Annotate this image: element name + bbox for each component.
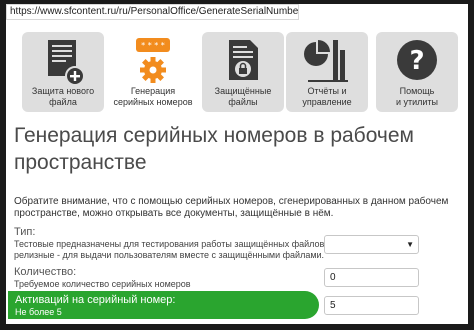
nav-tile-protect-file[interactable]: Защита нового файла bbox=[22, 32, 104, 112]
browser-frame: https://www.sfcontent.ru/ru/PersonalOffi… bbox=[6, 4, 468, 324]
activations-label: Активаций на серийный номер: bbox=[15, 294, 176, 306]
notice-text: Обратите внимание, что с помощью серийны… bbox=[14, 196, 454, 220]
notice-line: Обратите внимание, что с помощью серийны… bbox=[14, 196, 449, 207]
type-hint: Тестовые предназначены для тестирования … bbox=[14, 239, 327, 261]
notice-line: пространстве, можно открывать все докуме… bbox=[14, 208, 334, 219]
chevron-down-icon: ▼ bbox=[406, 240, 414, 249]
serial-badge-text: * * * * bbox=[141, 41, 165, 50]
quantity-input[interactable]: 0 bbox=[324, 268, 419, 287]
quantity-hint: Требуемое количество серийных номеров bbox=[14, 279, 191, 289]
nav-tile-label: серийных номеров bbox=[113, 97, 193, 107]
type-label: Тип: bbox=[14, 226, 36, 238]
document-lock-icon bbox=[229, 40, 258, 80]
chart-icon bbox=[304, 40, 348, 82]
page-title: Генерация серийных номеров в рабочем про… bbox=[14, 124, 414, 174]
nav-tile-label: Защита нового bbox=[31, 86, 95, 96]
nav-tile-label: управление bbox=[302, 97, 352, 107]
nav-tile-label: и утилиты bbox=[395, 97, 439, 107]
nav-tile-protected-files[interactable]: Защищённые файлы bbox=[202, 32, 284, 112]
nav-tile-label: Отчёты и bbox=[307, 86, 347, 96]
gear-serial-icon: * * * * bbox=[136, 38, 170, 83]
nav-tile-label: Помощь bbox=[399, 86, 435, 96]
nav-tile-label: файлы bbox=[228, 97, 258, 107]
type-hint-line: Тестовые предназначены для тестирования … bbox=[14, 239, 327, 249]
nav-tile-reports[interactable]: Отчёты и управление bbox=[286, 32, 368, 112]
question-icon: ? bbox=[397, 40, 437, 80]
quantity-label: Количество: bbox=[14, 266, 77, 278]
nav-tile-generate-serials[interactable]: * * * * Генерация серийных номеров bbox=[112, 32, 194, 112]
document-add-icon bbox=[48, 40, 85, 86]
activations-input[interactable]: 5 bbox=[324, 296, 419, 315]
type-select[interactable]: ▼ bbox=[324, 235, 419, 254]
address-bar[interactable]: https://www.sfcontent.ru/ru/PersonalOffi… bbox=[6, 4, 299, 20]
nav-tile-label: файла bbox=[49, 97, 77, 107]
nav-tile-label: Защищённые bbox=[214, 86, 272, 96]
nav-tile-label: Генерация bbox=[130, 86, 176, 96]
nav-tile-help[interactable]: ? Помощь и утилиты bbox=[376, 32, 458, 112]
activations-hint: Не более 5 bbox=[15, 307, 62, 317]
type-hint-line: релизные - для выдачи пользователям вмес… bbox=[14, 250, 325, 260]
activations-highlight: Активаций на серийный номер: Не более 5 bbox=[8, 291, 319, 319]
svg-text:?: ? bbox=[409, 46, 424, 76]
